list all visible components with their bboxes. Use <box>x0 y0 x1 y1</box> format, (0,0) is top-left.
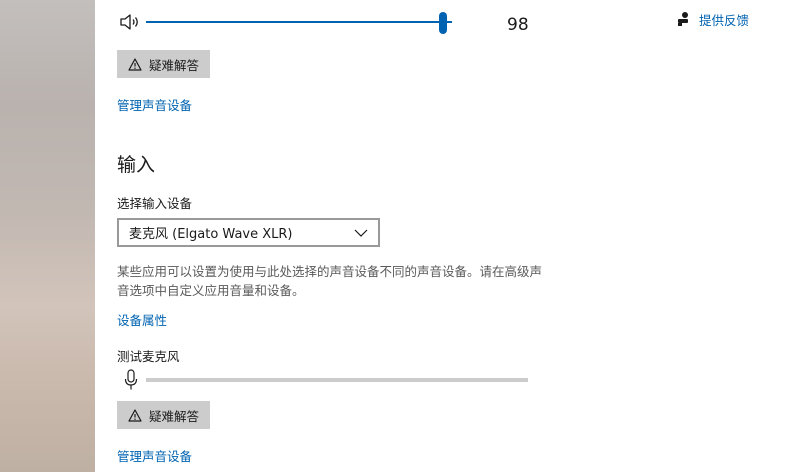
chevron-down-icon <box>354 229 368 237</box>
mic-level-meter <box>146 378 528 382</box>
volume-value: 98 <box>507 15 529 35</box>
microphone-icon <box>124 369 138 390</box>
warning-icon <box>128 57 142 71</box>
test-mic-label: 测试麦克风 <box>117 349 180 364</box>
input-manage-devices-link[interactable]: 管理声音设备 <box>117 446 192 465</box>
feedback-link[interactable]: 提供反馈 <box>675 10 749 28</box>
troubleshoot-label: 疑难解答 <box>149 57 200 73</box>
input-device-select[interactable]: 麦克风 (Elgato Wave XLR) <box>117 218 380 247</box>
device-properties-link[interactable]: 设备属性 <box>117 310 167 329</box>
input-description: 某些应用可以设置为使用与此处选择的声音设备不同的声音设备。请在高级声音选项中自定… <box>117 264 543 298</box>
select-input-label: 选择输入设备 <box>117 196 193 211</box>
input-section-title: 输入 <box>117 154 156 176</box>
volume-slider-thumb[interactable] <box>439 12 447 34</box>
desktop-wallpaper <box>0 0 95 472</box>
volume-slider-fill[interactable] <box>146 21 452 23</box>
input-troubleshoot-button[interactable]: 疑难解答 <box>117 401 211 429</box>
feedback-label: 提供反馈 <box>699 12 750 28</box>
speaker-icon[interactable] <box>119 13 141 31</box>
output-manage-devices-link[interactable]: 管理声音设备 <box>117 95 192 114</box>
troubleshoot-label: 疑难解答 <box>149 408 200 424</box>
warning-icon <box>128 408 142 422</box>
selected-input-device: 麦克风 (Elgato Wave XLR) <box>129 227 293 242</box>
output-troubleshoot-button[interactable]: 疑难解答 <box>117 50 211 78</box>
feedback-icon <box>678 12 688 26</box>
